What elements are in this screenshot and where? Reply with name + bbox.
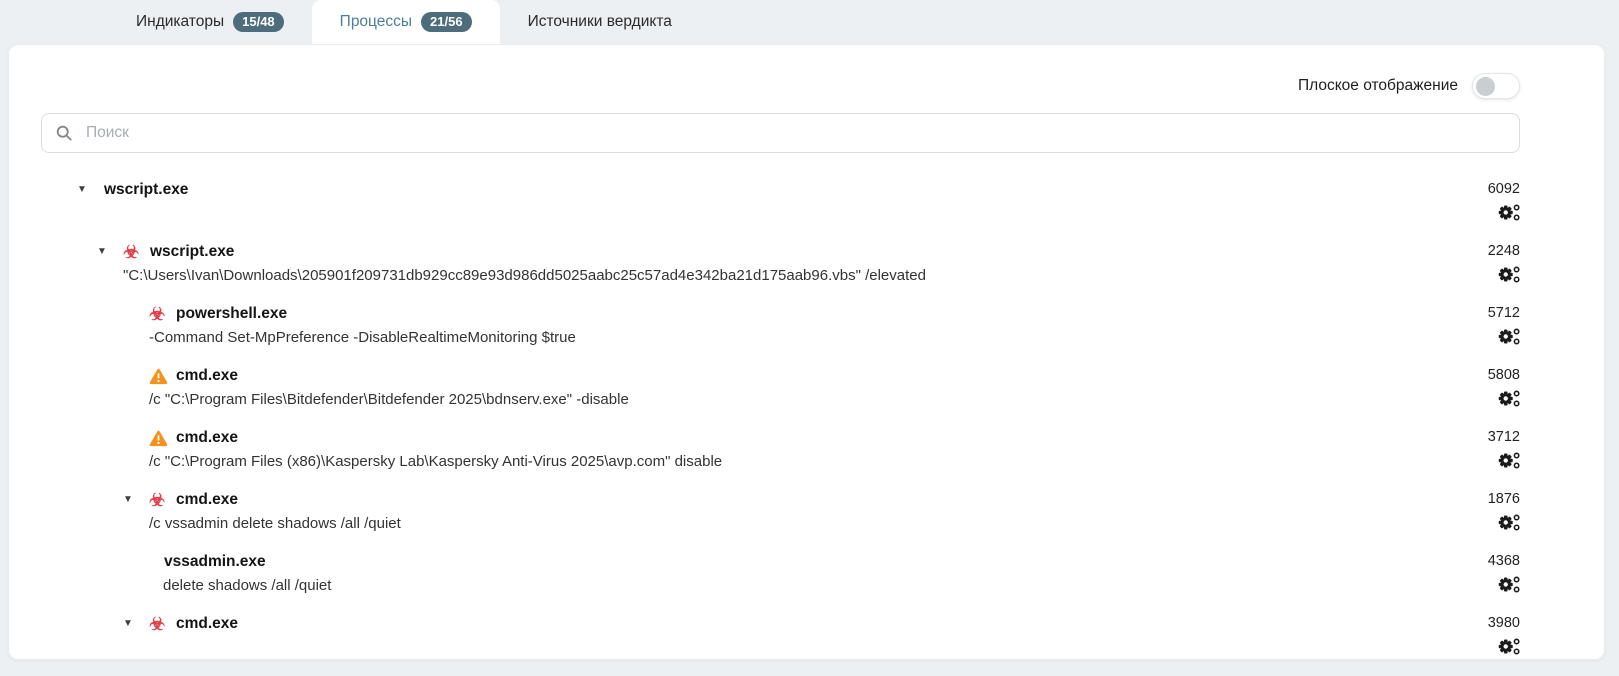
warning-triangle-icon — [149, 430, 175, 447]
process-row-right: 4368 — [1448, 551, 1520, 596]
expand-collapse-icon[interactable]: ▼ — [123, 495, 149, 505]
flat-view-row: Плоское отображение — [41, 45, 1520, 101]
process-row-left: ▼ wscript.exe — [77, 179, 1448, 224]
process-tree: ▼ wscript.exe 6092 — [41, 179, 1520, 658]
process-name: cmd.exe — [176, 367, 238, 385]
process-cmdline — [103, 203, 1448, 224]
process-name: cmd.exe — [176, 615, 238, 633]
biohazard-icon: ☣ — [149, 615, 175, 633]
tab-indicators-badge: 15/48 — [233, 12, 284, 33]
expand-collapse-icon[interactable]: ▼ — [97, 247, 123, 257]
process-pid: 5712 — [1488, 303, 1520, 325]
process-cmdline — [149, 637, 1448, 658]
process-gears-icon[interactable] — [1498, 325, 1520, 347]
biohazard-icon: ☣ — [123, 243, 149, 261]
process-name: powershell.exe — [176, 305, 287, 323]
flat-view-label: Плоское отображение — [1298, 77, 1458, 95]
tab-verdict-sources[interactable]: Источники вердикта — [500, 0, 700, 44]
process-row-right: 5808 — [1448, 365, 1520, 410]
process-pid: 3712 — [1488, 427, 1520, 449]
process-name: vssadmin.exe — [164, 553, 266, 571]
process-gears-icon[interactable] — [1498, 387, 1520, 409]
search-box — [41, 113, 1520, 153]
flat-view-toggle[interactable] — [1472, 73, 1520, 99]
process-name-line: ▼ ☣ wscript.exe — [97, 241, 1448, 263]
processes-panel: Плоское отображение ▼ wscript.exe 6092 — [8, 44, 1605, 660]
process-pid: 3980 — [1488, 613, 1520, 635]
process-row[interactable]: ▼ wscript.exe 6092 — [41, 179, 1520, 224]
process-name: cmd.exe — [176, 491, 238, 509]
expand-collapse-icon[interactable]: ▼ — [77, 185, 103, 195]
process-name-line: ▼ ☣ cmd.exe — [123, 613, 1448, 635]
process-gears-icon[interactable] — [1498, 201, 1520, 223]
process-row-right: 2248 — [1448, 241, 1520, 286]
process-cmdline: delete shadows /all /quiet — [163, 575, 1448, 596]
process-row-left: ▼ ☣ cmd.exe — [123, 613, 1448, 658]
process-row-right: 1876 — [1448, 489, 1520, 534]
tab-processes-badge: 21/56 — [421, 12, 472, 33]
process-pid: 2248 — [1488, 241, 1520, 263]
process-row-right: 5712 — [1448, 303, 1520, 348]
process-cmdline: -Command Set-MpPreference -DisableRealti… — [149, 327, 1448, 348]
process-name: wscript.exe — [150, 243, 234, 261]
process-row[interactable]: ▼ ☣ powershell.exe -Command Set-MpPrefer… — [41, 303, 1520, 348]
warning-triangle-icon — [149, 368, 175, 385]
tab-verdict-sources-label: Источники вердикта — [528, 13, 672, 31]
process-row-left: ▼ ☣ cmd.exe /c vssadmin delete shadows /… — [123, 489, 1448, 534]
process-row[interactable]: ▼ cmd.exe /c "C:\Program Files (x86)\Kas… — [41, 427, 1520, 472]
tab-indicators-label: Индикаторы — [136, 13, 224, 31]
process-row-right: 6092 — [1448, 179, 1520, 224]
tab-processes-label: Процессы — [340, 13, 412, 31]
biohazard-icon: ☣ — [149, 305, 175, 323]
process-cmdline: /c "C:\Program Files (x86)\Kaspersky Lab… — [149, 451, 1448, 472]
process-row-right: 3980 — [1448, 613, 1520, 658]
expand-collapse-icon[interactable]: ▼ — [123, 619, 149, 629]
process-row-left: ▼ ☣ wscript.exe "C:\Users\Ivan\Downloads… — [97, 241, 1448, 286]
process-cmdline: "C:\Users\Ivan\Downloads\205901f209731db… — [123, 265, 1448, 286]
search-input[interactable] — [84, 123, 1506, 143]
process-row-left: ▼ ☣ powershell.exe -Command Set-MpPrefer… — [123, 303, 1448, 348]
process-name-line: ▼ ☣ cmd.exe — [123, 489, 1448, 511]
process-row-left: ▼ cmd.exe /c "C:\Program Files (x86)\Kas… — [123, 427, 1448, 472]
toggle-knob — [1476, 77, 1495, 96]
process-pid: 1876 — [1488, 489, 1520, 511]
process-cmdline: /c vssadmin delete shadows /all /quiet — [149, 513, 1448, 534]
process-row[interactable]: ▼ ☣ cmd.exe /c vssadmin delete shadows /… — [41, 489, 1520, 534]
process-row-left: ▼ vssadmin.exe delete shadows /all /quie… — [137, 551, 1448, 596]
search-icon — [55, 124, 73, 142]
biohazard-icon: ☣ — [149, 491, 175, 509]
process-row[interactable]: ▼ ☣ cmd.exe 3980 — [41, 613, 1520, 658]
process-row-left: ▼ cmd.exe /c "C:\Program Files\Bitdefend… — [123, 365, 1448, 410]
process-gears-icon[interactable] — [1498, 511, 1520, 533]
process-pid: 5808 — [1488, 365, 1520, 387]
process-name-line: ▼ vssadmin.exe — [137, 551, 1448, 573]
process-row[interactable]: ▼ ☣ wscript.exe "C:\Users\Ivan\Downloads… — [41, 241, 1520, 286]
process-gears-icon[interactable] — [1498, 573, 1520, 595]
process-name-line: ▼ wscript.exe — [77, 179, 1448, 201]
process-cmdline: /c "C:\Program Files\Bitdefender\Bitdefe… — [149, 389, 1448, 410]
process-name-line: ▼ ☣ powershell.exe — [123, 303, 1448, 325]
process-name-line: ▼ cmd.exe — [123, 427, 1448, 449]
process-gears-icon[interactable] — [1498, 263, 1520, 285]
process-name: wscript.exe — [104, 181, 188, 199]
process-name: cmd.exe — [176, 429, 238, 447]
process-row[interactable]: ▼ vssadmin.exe delete shadows /all /quie… — [41, 551, 1520, 596]
tab-processes[interactable]: Процессы 21/56 — [312, 0, 500, 44]
process-gears-icon[interactable] — [1498, 449, 1520, 471]
process-pid: 6092 — [1488, 179, 1520, 201]
process-name-line: ▼ cmd.exe — [123, 365, 1448, 387]
process-gears-icon[interactable] — [1498, 635, 1520, 657]
process-row-right: 3712 — [1448, 427, 1520, 472]
process-row[interactable]: ▼ cmd.exe /c "C:\Program Files\Bitdefend… — [41, 365, 1520, 410]
process-pid: 4368 — [1488, 551, 1520, 573]
tab-bar: Индикаторы 15/48 Процессы 21/56 Источник… — [0, 0, 1619, 44]
tab-indicators[interactable]: Индикаторы 15/48 — [108, 0, 312, 44]
